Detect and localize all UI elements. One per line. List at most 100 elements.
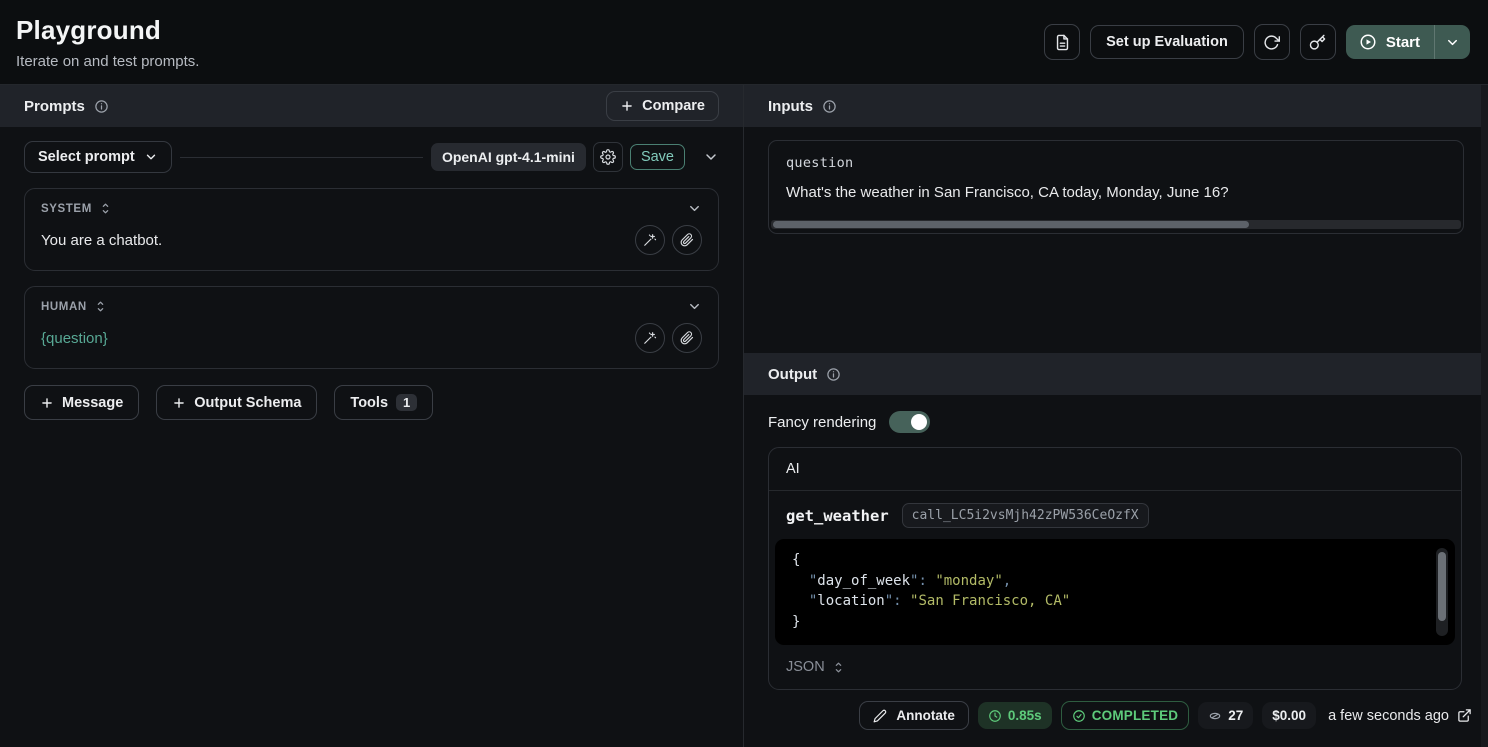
plus-icon (620, 99, 634, 113)
prompts-panel-header: Prompts Compare (0, 85, 743, 127)
collapse-message-button[interactable] (687, 299, 702, 314)
save-button[interactable]: Save (630, 144, 685, 170)
external-link-icon (1457, 708, 1472, 723)
start-options-button[interactable] (1435, 25, 1470, 59)
collapse-prompt-button[interactable] (703, 149, 719, 165)
model-badge[interactable]: OpenAI gpt-4.1-mini (431, 143, 586, 171)
start-button[interactable]: Start (1346, 25, 1434, 59)
set-up-evaluation-button[interactable]: Set up Evaluation (1090, 25, 1244, 59)
select-prompt-label: Select prompt (38, 149, 135, 165)
page-scrollbar-gutter[interactable] (1481, 85, 1488, 747)
info-icon (822, 99, 837, 114)
run-timestamp-link[interactable]: a few seconds ago (1328, 708, 1472, 724)
annotate-label: Annotate (896, 708, 955, 723)
output-title: Output (768, 366, 817, 383)
tools-label: Tools (350, 395, 388, 411)
top-header: Playground Iterate on and test prompts. … (0, 0, 1488, 85)
toggle-knob (911, 414, 927, 430)
json-args-code: { "day_of_week": "monday", "location": "… (792, 550, 1438, 632)
refresh-icon (1263, 34, 1280, 51)
message-card-header: SYSTEM (41, 201, 702, 216)
prompts-body: Select prompt OpenAI gpt-4.1-mini Save S… (0, 127, 743, 747)
chevron-down-icon (703, 149, 719, 165)
run-status-row: Annotate 0.85s COMPLETED 27 $0.00 a few … (744, 701, 1472, 730)
latency-badge[interactable]: 0.85s (978, 702, 1052, 729)
tool-call-row: get_weather call_LC5i2vsMjh42zPW536CeOzf… (769, 491, 1461, 539)
plus-icon (40, 396, 54, 410)
pencil-icon (873, 709, 887, 723)
api-key-button[interactable] (1300, 24, 1336, 60)
message-card-header: HUMAN (41, 299, 702, 314)
title-block: Playground Iterate on and test prompts. (16, 15, 199, 70)
key-icon (1309, 34, 1326, 51)
inputs-title: Inputs (768, 98, 813, 115)
role-label[interactable]: SYSTEM (41, 203, 92, 215)
tool-call-id-badge[interactable]: call_LC5i2vsMjh42zPW536CeOzfX (902, 503, 1149, 528)
sort-updown-icon (832, 661, 845, 674)
add-output-schema-button[interactable]: Output Schema (156, 385, 317, 420)
code-vertical-scrollbar[interactable] (1436, 548, 1448, 636)
improve-prompt-button[interactable] (635, 323, 665, 353)
message-content-row: {question} (41, 323, 702, 353)
prompt-file-button[interactable] (1044, 24, 1080, 60)
compare-button[interactable]: Compare (606, 91, 719, 121)
scrollbar-thumb[interactable] (1438, 552, 1446, 621)
message-card-system: SYSTEM You are a chatbot. (24, 188, 719, 271)
info-icon (826, 367, 841, 382)
output-panel-header: Output (744, 353, 1488, 395)
add-message-label: Message (62, 395, 123, 411)
page-title: Playground (16, 15, 199, 46)
tool-args-code-block[interactable]: { "day_of_week": "monday", "location": "… (775, 539, 1455, 645)
latency-value: 0.85s (1008, 708, 1042, 723)
output-format-selector[interactable]: JSON (769, 645, 1461, 689)
tool-name: get_weather (786, 507, 889, 525)
format-label: JSON (786, 659, 825, 675)
improve-prompt-button[interactable] (635, 225, 665, 255)
add-output-schema-label: Output Schema (194, 395, 301, 411)
fancy-rendering-toggle[interactable] (889, 411, 930, 433)
status-badge[interactable]: COMPLETED (1061, 701, 1190, 730)
attach-file-button[interactable] (672, 225, 702, 255)
tools-button[interactable]: Tools 1 (334, 385, 433, 420)
select-prompt-button[interactable]: Select prompt (24, 141, 172, 173)
paperclip-icon (680, 233, 694, 247)
compare-label: Compare (642, 98, 705, 114)
inputs-body: question What's the weather in San Franc… (744, 127, 1488, 353)
magic-wand-icon (643, 331, 657, 345)
fancy-rendering-label: Fancy rendering (768, 414, 876, 431)
prompt-toolbar: Select prompt OpenAI gpt-4.1-mini Save (24, 141, 719, 173)
role-label[interactable]: HUMAN (41, 301, 87, 313)
add-message-button[interactable]: Message (24, 385, 139, 420)
message-actions (635, 225, 702, 255)
status-value: COMPLETED (1092, 708, 1179, 723)
reset-button[interactable] (1254, 24, 1290, 60)
info-icon (94, 99, 109, 114)
annotate-button[interactable]: Annotate (859, 701, 969, 730)
magic-wand-icon (643, 233, 657, 247)
input-variable-value[interactable]: What's the weather in San Francisco, CA … (786, 184, 1446, 201)
message-content-row: You are a chatbot. (41, 225, 702, 255)
attach-file-button[interactable] (672, 323, 702, 353)
time-ago-label: a few seconds ago (1328, 708, 1449, 724)
run-panel: Inputs question What's the weather in Sa… (744, 85, 1488, 747)
message-content[interactable]: You are a chatbot. (41, 232, 635, 249)
inputs-panel-header: Inputs (744, 85, 1488, 127)
token-count-badge[interactable]: 27 (1198, 702, 1253, 729)
collapse-message-button[interactable] (687, 201, 702, 216)
model-settings-button[interactable] (593, 142, 623, 172)
tools-count-badge: 1 (396, 394, 417, 411)
file-text-icon (1054, 34, 1071, 51)
message-content[interactable]: {question} (41, 330, 635, 347)
plus-icon (172, 396, 186, 410)
fancy-rendering-row: Fancy rendering (768, 411, 1464, 433)
gear-icon (600, 149, 616, 165)
page-subtitle: Iterate on and test prompts. (16, 53, 199, 70)
start-label: Start (1386, 34, 1420, 51)
chevron-down-icon (144, 150, 158, 164)
check-circle-icon (1072, 709, 1086, 723)
scrollbar-thumb[interactable] (773, 221, 1249, 228)
inputs-horizontal-scrollbar[interactable] (771, 220, 1461, 229)
clock-icon (988, 709, 1002, 723)
cost-badge[interactable]: $0.00 (1262, 702, 1316, 729)
sort-updown-icon (99, 202, 112, 215)
